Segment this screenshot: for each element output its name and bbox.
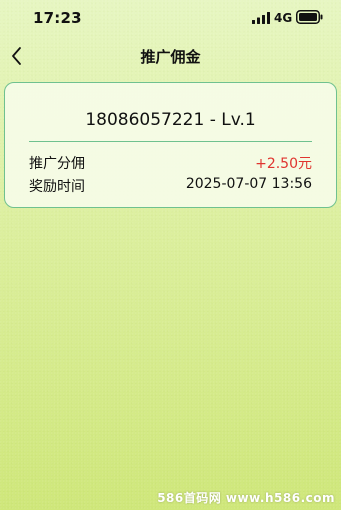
commission-amount: +2.50元 <box>255 156 312 172</box>
commission-record-card: 18086057221 - Lv.1 推广分佣 +2.50元 奖励时间 2025… <box>4 82 337 208</box>
watermark: 586首码网 www.h586.com <box>157 491 335 505</box>
signal-icon <box>252 12 270 24</box>
status-time: 17:23 <box>33 9 82 27</box>
nav-bar: 推广佣金 <box>0 38 341 76</box>
background-texture <box>0 0 341 510</box>
reward-time-label: 奖励时间 <box>29 179 85 195</box>
page-title: 推广佣金 <box>140 48 201 66</box>
commission-type-label: 推广分佣 <box>29 156 85 172</box>
network-type: 4G <box>274 11 293 25</box>
record-title: 18086057221 - Lv.1 <box>85 110 256 130</box>
battery-icon <box>296 10 323 24</box>
status-bar: 17:23 4G <box>0 0 341 36</box>
reward-time-value: 2025-07-07 13:56 <box>185 176 312 192</box>
card-divider <box>29 141 312 142</box>
